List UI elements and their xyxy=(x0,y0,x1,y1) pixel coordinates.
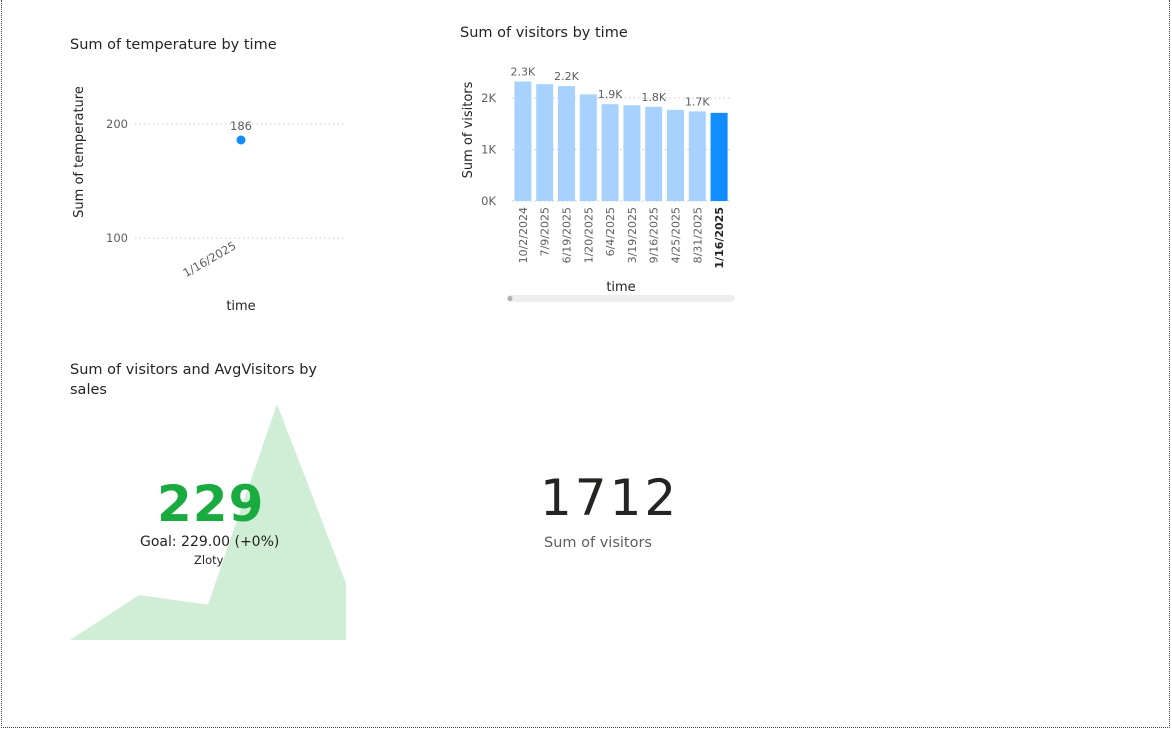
kpi-goal: Goal: 229.00 (+0%) xyxy=(140,534,280,550)
bar xyxy=(514,81,532,201)
visitors-card-visual[interactable]: 1712 Sum of visitors xyxy=(450,440,750,580)
y-tick-label: 1K xyxy=(481,142,496,156)
card-value: 1712 xyxy=(540,469,680,527)
visitors-bar-visual[interactable]: Sum of visitors by time 0K 1K 2K 2.3K 10/2/2… xyxy=(450,18,750,313)
data-label: 1.9K xyxy=(598,88,623,101)
x-tick-label: 1/16/2025 xyxy=(180,238,238,280)
y-tick-label: 0K xyxy=(481,194,496,208)
horizontal-scrollbar xyxy=(507,295,735,302)
x-axis-title: time xyxy=(226,299,255,314)
x-axis-title: time xyxy=(606,280,635,295)
x-tick-label: 1/16/2025 xyxy=(713,207,726,269)
data-label: 1.8K xyxy=(641,91,666,104)
card-label: Sum of visitors xyxy=(544,535,652,551)
bar xyxy=(579,94,597,201)
bar xyxy=(623,105,641,201)
x-tick-label: 6/4/2025 xyxy=(604,207,617,256)
y-axis-title: Sum of visitors xyxy=(461,81,476,178)
data-label: 186 xyxy=(230,119,252,133)
x-tick-label: 10/2/2024 xyxy=(517,207,530,263)
bar xyxy=(536,84,554,201)
checkmark-icon xyxy=(246,497,260,509)
data-label: 2.3K xyxy=(511,66,536,79)
data-label: 2.2K xyxy=(554,70,579,83)
bar xyxy=(667,109,684,201)
bar xyxy=(558,86,575,201)
bar xyxy=(688,111,706,201)
bar xyxy=(645,106,663,201)
bar xyxy=(710,112,728,201)
y-tick-label: 200 xyxy=(106,117,128,131)
kpi-unit: Zloty xyxy=(194,553,224,567)
y-axis-title: Sum of temperature xyxy=(72,86,87,218)
x-tick-label: 7/9/2025 xyxy=(539,207,552,256)
x-tick-label: 8/31/2025 xyxy=(691,207,704,263)
x-tick-label: 4/25/2025 xyxy=(670,207,683,263)
x-tick-label: 9/16/2025 xyxy=(648,207,661,263)
bar xyxy=(601,104,619,201)
data-label: 1.7K xyxy=(685,95,710,108)
x-tick-label: 6/19/2025 xyxy=(561,207,574,263)
temperature-scatter-visual[interactable]: Sum of temperature by time 100 200 186 1/16… xyxy=(60,30,360,320)
kpi-visual[interactable]: Sum of visitors and AvgVisitors by sales… xyxy=(60,356,360,646)
y-tick-label: 2K xyxy=(481,91,496,105)
x-tick-label: 3/19/2025 xyxy=(626,207,639,263)
bar-chart: 0K 1K 2K 2.3K 10/2/2024 7/9/2025 2.2K 6/19/2025… xyxy=(461,66,735,302)
scatter-plot: 100 200 186 1/16/2025 time Sum of temperature xyxy=(72,86,345,314)
scrollbar-thumb xyxy=(507,296,513,301)
data-point xyxy=(236,135,246,145)
y-tick-label: 100 xyxy=(106,231,128,245)
x-tick-label: 1/20/2025 xyxy=(582,207,595,263)
